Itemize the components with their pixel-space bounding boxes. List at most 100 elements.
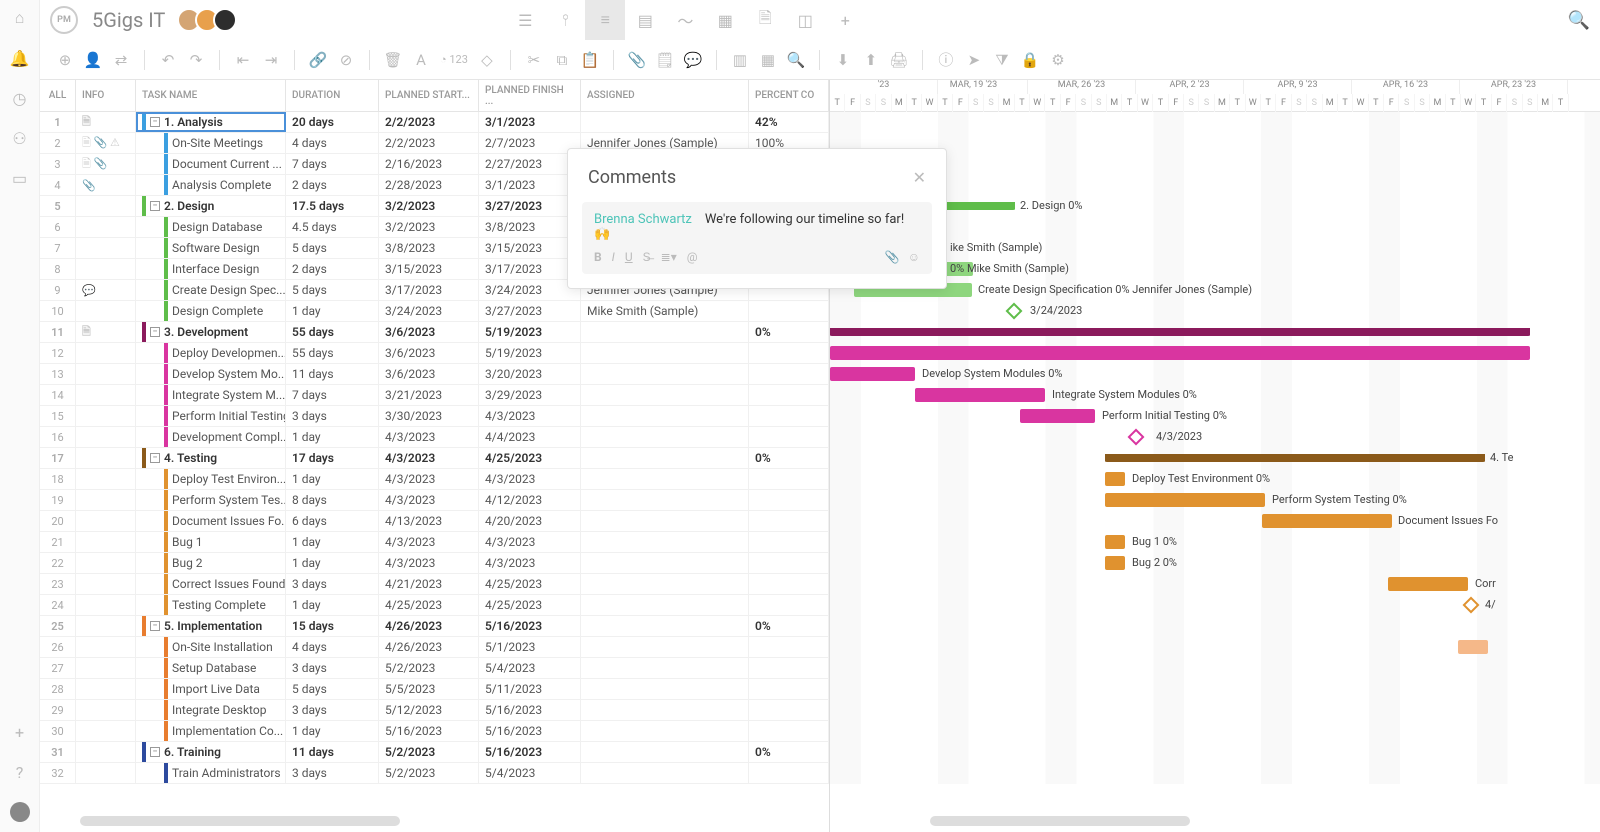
mention-icon[interactable]: @ [687, 250, 698, 264]
grid-icon[interactable]: ▦ [757, 49, 779, 71]
import-icon[interactable]: ⬇ [832, 49, 854, 71]
gantt-row[interactable] [830, 679, 1600, 700]
view-add-icon[interactable]: + [825, 0, 865, 40]
font-icon[interactable]: A [410, 49, 432, 71]
col-duration[interactable]: DURATION [286, 80, 379, 111]
gantt-row[interactable]: 4/ [830, 595, 1600, 616]
diamond-icon[interactable]: ◇ [476, 49, 498, 71]
gantt-row[interactable]: Bug 2 0% [830, 553, 1600, 574]
gantt-row[interactable] [830, 322, 1600, 343]
paste-icon[interactable]: 📋 [579, 49, 601, 71]
task-row[interactable]: 26On-Site Installation4 days4/26/20235/1… [40, 637, 829, 658]
view-sheet-icon[interactable]: ▤ [625, 0, 665, 40]
gantt-row[interactable]: Integrate System Modules 0% [830, 385, 1600, 406]
filter-icon[interactable]: ⧩ [991, 49, 1013, 71]
comment-icon[interactable]: 💬 [682, 49, 704, 71]
gantt-row[interactable]: Perform System Testing 0% [830, 490, 1600, 511]
col-all[interactable]: ALL [40, 80, 76, 111]
milestone-icon[interactable] [1128, 429, 1145, 446]
task-row[interactable]: 27Setup Database3 days5/2/20235/4/2023 [40, 658, 829, 679]
info-icon[interactable]: ⓘ [935, 49, 957, 71]
view-panel-icon[interactable]: ◫ [785, 0, 825, 40]
help-icon[interactable]: ? [10, 762, 30, 782]
gantt-bar[interactable] [1262, 514, 1392, 528]
view-calendar-icon[interactable]: ▦ [705, 0, 745, 40]
gantt-row[interactable]: Bug 1 0% [830, 532, 1600, 553]
underline-icon[interactable]: U [625, 250, 633, 264]
gantt-row[interactable]: Perform Initial Testing 0% [830, 406, 1600, 427]
gantt-bar[interactable] [1020, 409, 1095, 423]
bell-icon[interactable]: 🔔 [10, 48, 30, 68]
view-file-icon[interactable]: 🗎 [745, 0, 785, 40]
gantt-row[interactable] [830, 616, 1600, 637]
undo-icon[interactable]: ↶ [157, 49, 179, 71]
gantt-bar[interactable] [1105, 493, 1265, 507]
view-chart-icon[interactable]: 〜 [665, 0, 705, 40]
gantt-row[interactable]: Corr [830, 574, 1600, 595]
gantt-row[interactable]: 3/24/2023 [830, 301, 1600, 322]
list-icon[interactable]: ≣▾ [661, 250, 677, 264]
gantt-row[interactable] [830, 343, 1600, 364]
bold-icon[interactable]: B [594, 250, 602, 264]
strike-icon[interactable]: S̶ [643, 250, 651, 264]
task-row[interactable]: 21Bug 11 day4/3/20234/3/2023 [40, 532, 829, 553]
col-percent[interactable]: PERCENT CO [749, 80, 829, 111]
gantt-row[interactable]: Develop System Modules 0% [830, 364, 1600, 385]
col-name[interactable]: TASK NAME [136, 80, 286, 111]
gantt-row[interactable]: 4. Te [830, 448, 1600, 469]
redo-icon[interactable]: ↷ [185, 49, 207, 71]
attach-comment-icon[interactable]: 📎 [885, 250, 900, 264]
zoom-icon[interactable]: 🔍 [785, 49, 807, 71]
task-row[interactable]: 11🗎−3. Development55 days3/6/20235/19/20… [40, 322, 829, 343]
gantt-row[interactable]: 4/3/2023 [830, 427, 1600, 448]
attach-icon[interactable]: 📎 [626, 49, 648, 71]
col-assigned[interactable]: ASSIGNED [581, 80, 749, 111]
task-row[interactable]: 31−6. Training11 days5/2/20235/16/20230% [40, 742, 829, 763]
task-row[interactable]: 30Implementation Co...1 day5/16/20235/16… [40, 721, 829, 742]
gantt-row[interactable]: Deploy Test Environment 0% [830, 469, 1600, 490]
task-row[interactable]: 10Design Complete1 day3/24/20233/27/2023… [40, 301, 829, 322]
gantt-row[interactable] [830, 721, 1600, 742]
gantt-bar[interactable] [830, 367, 915, 381]
print-icon[interactable]: 🖨 [888, 49, 910, 71]
task-row[interactable]: 20Document Issues Fo...6 days4/13/20234/… [40, 511, 829, 532]
briefcase-icon[interactable]: ▭ [10, 168, 30, 188]
home-icon[interactable]: ⌂ [10, 8, 30, 28]
add-user-icon[interactable]: 👤 [82, 49, 104, 71]
emoji-icon[interactable]: ☺ [908, 250, 920, 264]
gantt-row[interactable] [830, 763, 1600, 784]
view-list-icon[interactable]: ☰ [505, 0, 545, 40]
gantt-bar[interactable] [1105, 454, 1485, 462]
task-row[interactable]: 15Perform Initial Testing3 days3/30/2023… [40, 406, 829, 427]
gantt-row[interactable] [830, 658, 1600, 679]
task-row[interactable]: 16Development Compl...1 day4/3/20234/4/2… [40, 427, 829, 448]
task-row[interactable]: 28Import Live Data5 days5/5/20235/11/202… [40, 679, 829, 700]
milestone-icon[interactable] [1006, 303, 1023, 320]
gantt-bar[interactable] [1105, 556, 1125, 570]
col-finish[interactable]: PLANNED FINISH ... [479, 80, 581, 111]
gantt-bar[interactable] [1458, 640, 1488, 654]
note-icon[interactable]: 🗒 [654, 49, 676, 71]
gantt-bar[interactable] [830, 328, 1530, 336]
gantt-row[interactable] [830, 742, 1600, 763]
close-icon[interactable]: ✕ [913, 168, 926, 187]
unlink-icon[interactable]: ⊘ [335, 49, 357, 71]
col-start[interactable]: PLANNED START... [379, 80, 479, 111]
search-icon[interactable]: 🔍 [1568, 10, 1590, 31]
gantt-bar[interactable] [1105, 472, 1125, 486]
task-row[interactable]: 32Train Administrators3 days5/2/20235/4/… [40, 763, 829, 784]
outdent-icon[interactable]: ⇤ [232, 49, 254, 71]
gantt-bar[interactable] [830, 346, 1530, 360]
add-icon[interactable]: + [10, 722, 30, 742]
pm-logo[interactable]: PM [50, 6, 78, 34]
task-row[interactable]: 14Integrate System M...7 days3/21/20233/… [40, 385, 829, 406]
gantt-row[interactable] [830, 637, 1600, 658]
user-avatar[interactable] [10, 802, 30, 822]
italic-icon[interactable]: I [612, 250, 615, 264]
gantt-bar[interactable] [915, 388, 1045, 402]
clock-icon[interactable]: ◷ [10, 88, 30, 108]
copy-icon[interactable]: ⧉ [551, 49, 573, 71]
task-row[interactable]: 23Correct Issues Found3 days4/21/20234/2… [40, 574, 829, 595]
member-avatars[interactable] [183, 8, 237, 32]
gantt-row[interactable] [830, 112, 1600, 133]
